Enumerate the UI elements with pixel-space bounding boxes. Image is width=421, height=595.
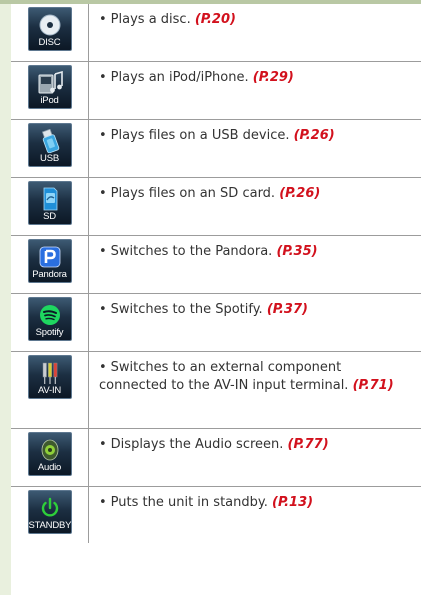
icon-cell: SD bbox=[11, 178, 89, 235]
icon-label: USB bbox=[40, 153, 59, 164]
icon-cell: STANDBY bbox=[11, 487, 89, 543]
icon-cell: iPod bbox=[11, 62, 89, 119]
description: • Plays files on an SD card. (P.26) bbox=[89, 178, 421, 235]
description: • Switches to the Pandora. (P.35) bbox=[89, 236, 421, 293]
source-icon-table: DISC • Plays a disc. (P.20) iPod • Plays… bbox=[11, 4, 421, 543]
icon-cell: Audio bbox=[11, 429, 89, 486]
sd-button[interactable]: SD bbox=[27, 181, 72, 225]
usb-button[interactable]: USB bbox=[27, 123, 72, 167]
table-row-standby: STANDBY • Puts the unit in standby. (P.13… bbox=[11, 487, 421, 543]
icon-label: AV-IN bbox=[37, 385, 62, 396]
description: • Plays files on a USB device. (P.26) bbox=[89, 120, 421, 177]
standby-button[interactable]: STANDBY bbox=[27, 490, 72, 534]
icon-label: Audio bbox=[37, 462, 62, 473]
table-row-disc: DISC • Plays a disc. (P.20) bbox=[11, 4, 421, 62]
table-row-audio: Audio • Displays the Audio screen. (P.77) bbox=[11, 429, 421, 487]
left-margin-strip bbox=[0, 4, 11, 595]
description-text: Displays the Audio screen. bbox=[110, 437, 284, 452]
table-row-usb: USB • Plays files on a USB device. (P.26) bbox=[11, 120, 421, 178]
disc-icon bbox=[39, 14, 60, 36]
description: • Switches to an external component conne… bbox=[89, 352, 421, 428]
page-reference-link[interactable]: (P.77) bbox=[288, 437, 329, 452]
icon-cell: DISC bbox=[11, 4, 89, 61]
spotify-icon bbox=[39, 305, 60, 325]
bullet: • bbox=[99, 70, 107, 85]
description-text: Switches to an external component connec… bbox=[99, 360, 349, 393]
bullet: • bbox=[99, 244, 107, 259]
av-in-icon bbox=[42, 362, 57, 384]
icon-label: iPod bbox=[40, 95, 59, 106]
page-reference-link[interactable]: (P.29) bbox=[253, 70, 294, 85]
description-text: Puts the unit in standby. bbox=[110, 495, 268, 510]
icon-cell: Spotify bbox=[11, 294, 89, 351]
bullet: • bbox=[99, 495, 107, 510]
disc-button[interactable]: DISC bbox=[27, 7, 72, 51]
page-reference-link[interactable]: (P.13) bbox=[272, 495, 313, 510]
icon-cell: USB bbox=[11, 120, 89, 177]
bullet: • bbox=[99, 360, 107, 375]
page-reference-link[interactable]: (P.35) bbox=[276, 244, 317, 259]
bullet: • bbox=[99, 186, 107, 201]
standby-icon bbox=[41, 497, 58, 517]
icon-label: Pandora bbox=[32, 269, 67, 280]
icon-label: Spotify bbox=[35, 327, 64, 338]
description: • Plays an iPod/iPhone. (P.29) bbox=[89, 62, 421, 119]
icon-cell: AV-IN bbox=[11, 352, 89, 428]
description-text: Plays files on a USB device. bbox=[110, 128, 290, 143]
description: • Switches to the Spotify. (P.37) bbox=[89, 294, 421, 351]
table-row-spotify: Spotify • Switches to the Spotify. (P.37) bbox=[11, 294, 421, 352]
description-text: Plays a disc. bbox=[110, 12, 191, 27]
description: • Puts the unit in standby. (P.13) bbox=[89, 487, 421, 543]
bullet: • bbox=[99, 128, 107, 143]
page-reference-link[interactable]: (P.71) bbox=[353, 378, 394, 393]
page-reference-link[interactable]: (P.20) bbox=[195, 12, 236, 27]
audio-icon bbox=[41, 439, 58, 461]
description-text: Switches to the Spotify. bbox=[110, 302, 263, 317]
description: • Plays a disc. (P.20) bbox=[89, 4, 421, 61]
description-text: Plays an iPod/iPhone. bbox=[110, 70, 249, 85]
page-reference-link[interactable]: (P.26) bbox=[294, 128, 335, 143]
page-reference-link[interactable]: (P.37) bbox=[267, 302, 308, 317]
description-text: Plays files on an SD card. bbox=[110, 186, 276, 201]
icon-label: SD bbox=[43, 211, 56, 222]
sd-card-icon bbox=[43, 187, 57, 211]
pandora-button[interactable]: Pandora bbox=[27, 239, 72, 283]
icon-label: STANDBY bbox=[28, 520, 72, 531]
description: • Displays the Audio screen. (P.77) bbox=[89, 429, 421, 486]
table-row-sd: SD • Plays files on an SD card. (P.26) bbox=[11, 178, 421, 236]
bullet: • bbox=[99, 437, 107, 452]
audio-button[interactable]: Audio bbox=[27, 432, 72, 476]
table-row-ipod: iPod • Plays an iPod/iPhone. (P.29) bbox=[11, 62, 421, 120]
table-row-pandora: Pandora • Switches to the Pandora. (P.35) bbox=[11, 236, 421, 294]
icon-label: DISC bbox=[38, 37, 61, 48]
description-text: Switches to the Pandora. bbox=[110, 244, 273, 259]
table-row-av-in: AV-IN • Switches to an external component… bbox=[11, 352, 421, 429]
bullet: • bbox=[99, 12, 107, 27]
page-reference-link[interactable]: (P.26) bbox=[279, 186, 320, 201]
usb-icon bbox=[41, 129, 59, 153]
bullet: • bbox=[99, 302, 107, 317]
pandora-icon bbox=[39, 246, 60, 268]
av-in-button[interactable]: AV-IN bbox=[27, 355, 72, 399]
spotify-button[interactable]: Spotify bbox=[27, 297, 72, 341]
icon-cell: Pandora bbox=[11, 236, 89, 293]
ipod-icon bbox=[38, 71, 63, 94]
ipod-button[interactable]: iPod bbox=[27, 65, 72, 109]
